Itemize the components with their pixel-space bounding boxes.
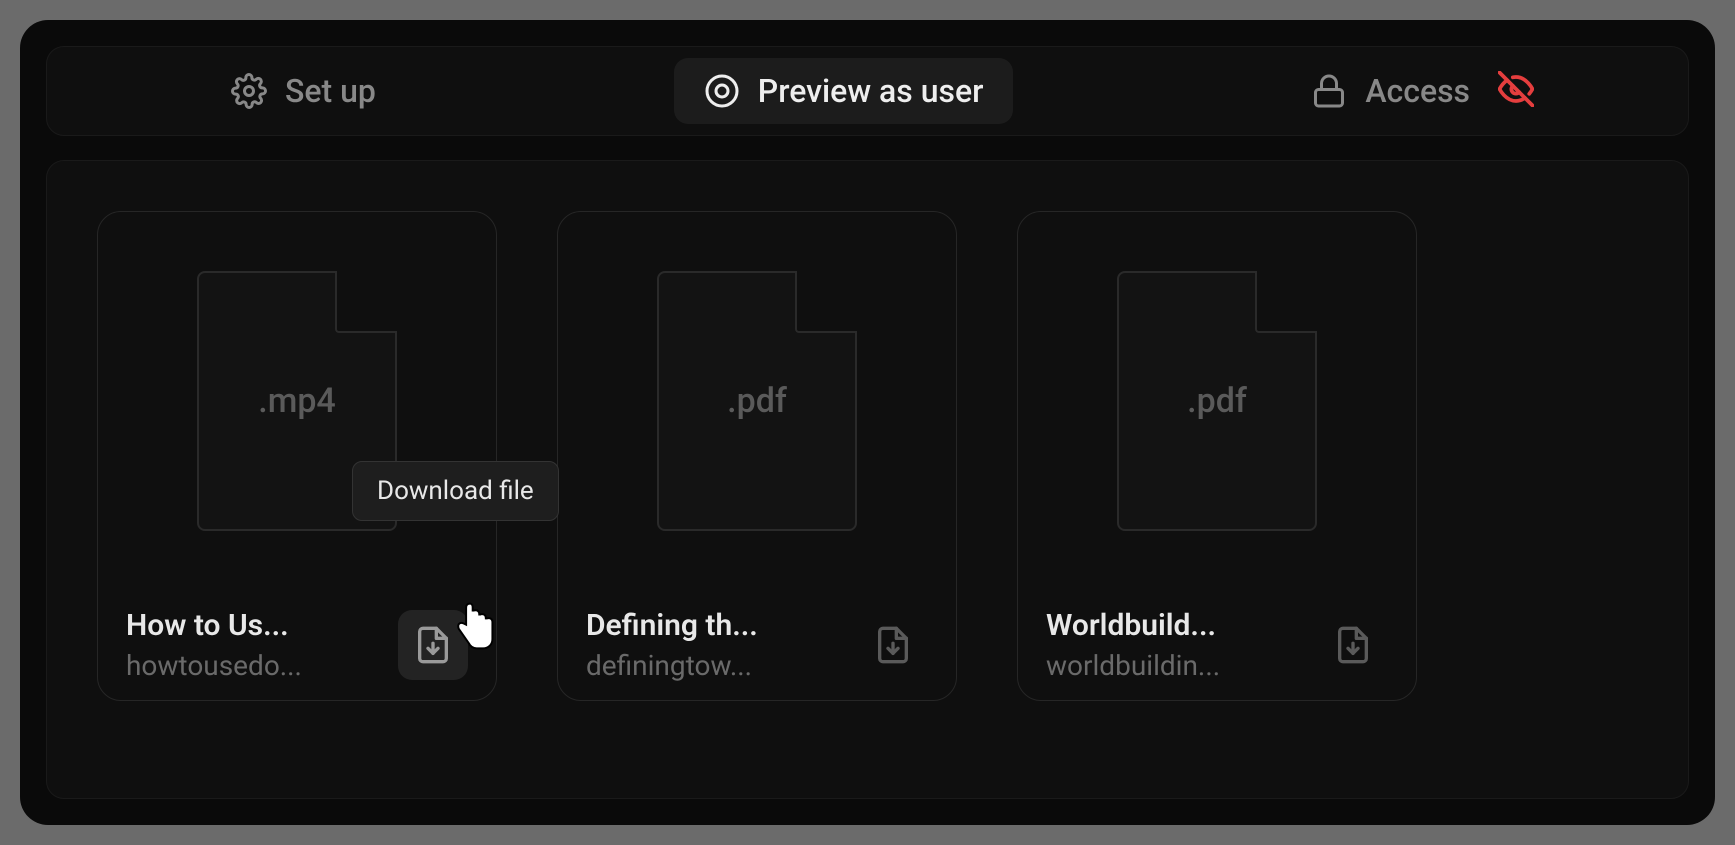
toolbar: Set up Preview as user Access	[46, 46, 1689, 136]
document-icon: .pdf	[1117, 271, 1317, 531]
setup-label: Set up	[285, 72, 376, 110]
access-label: Access	[1365, 72, 1470, 110]
download-file-icon	[413, 625, 453, 665]
gear-icon	[231, 73, 267, 109]
download-button[interactable]	[1318, 610, 1388, 680]
lock-icon	[1311, 73, 1347, 109]
file-footer: How to Us... howtousedo...	[98, 590, 496, 700]
download-button[interactable]	[858, 610, 928, 680]
file-footer: Worldbuild... worldbuildin...	[1018, 590, 1416, 700]
document-icon: .pdf	[657, 271, 857, 531]
content-area: .mp4 How to Us... howtousedo...	[46, 160, 1689, 799]
file-title: How to Us...	[126, 608, 302, 643]
file-subtitle: definingtow...	[586, 649, 758, 682]
file-meta: Defining th... definingtow...	[586, 608, 758, 682]
eye-target-icon	[704, 73, 740, 109]
file-meta: Worldbuild... worldbuildin...	[1046, 608, 1220, 682]
file-title: Worldbuild...	[1046, 608, 1220, 643]
file-subtitle: worldbuildin...	[1046, 649, 1220, 682]
hidden-icon	[1498, 71, 1534, 111]
download-button[interactable]	[398, 610, 468, 680]
setup-tab[interactable]: Set up	[201, 58, 406, 124]
file-meta: How to Us... howtousedo...	[126, 608, 302, 682]
file-title: Defining th...	[586, 608, 758, 643]
preview-tab[interactable]: Preview as user	[674, 58, 1014, 124]
file-extension: .pdf	[727, 381, 787, 421]
download-file-icon	[1333, 625, 1373, 665]
file-preview: .mp4	[98, 212, 496, 590]
file-card-2[interactable]: .pdf Worldbuild... worldbuildin...	[1017, 211, 1417, 701]
file-card-1[interactable]: .pdf Defining th... definingtow...	[557, 211, 957, 701]
access-tab[interactable]: Access	[1281, 58, 1480, 124]
download-tooltip: Download file	[352, 461, 559, 521]
file-card-0[interactable]: .mp4 How to Us... howtousedo...	[97, 211, 497, 701]
app-window: Set up Preview as user Access	[20, 20, 1715, 825]
file-preview: .pdf	[1018, 212, 1416, 590]
preview-label: Preview as user	[758, 72, 984, 110]
file-footer: Defining th... definingtow...	[558, 590, 956, 700]
download-file-icon	[873, 625, 913, 665]
file-subtitle: howtousedo...	[126, 649, 302, 682]
file-extension: .pdf	[1187, 381, 1247, 421]
access-group: Access	[1281, 58, 1534, 124]
file-preview: .pdf	[558, 212, 956, 590]
file-extension: .mp4	[258, 381, 336, 421]
